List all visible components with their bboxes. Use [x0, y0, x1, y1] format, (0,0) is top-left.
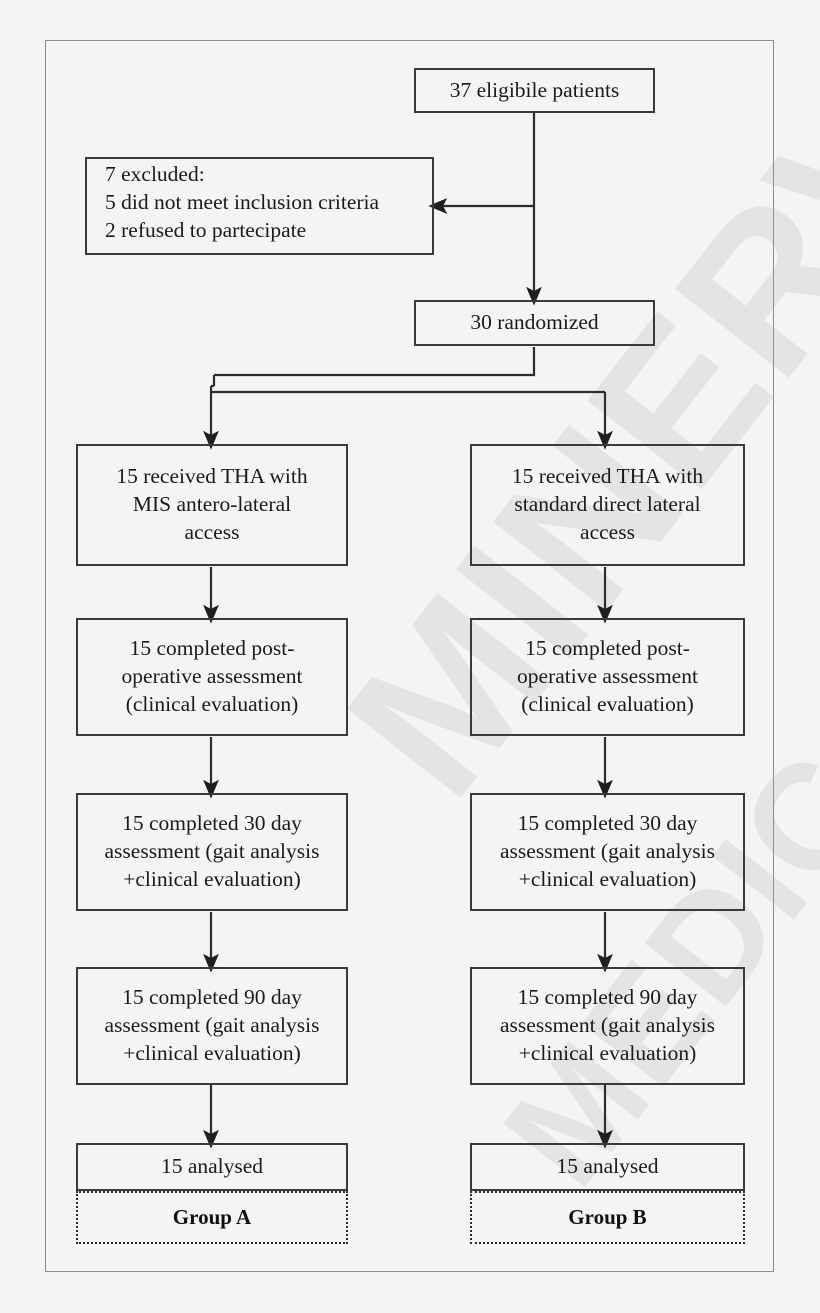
node-excluded-line-2: 5 did not meet inclusion criteria: [105, 189, 380, 214]
node-postop-right-line-2: operative assessment: [517, 664, 698, 689]
node-day90-left-line-2: assessment (gait analysis: [104, 1013, 320, 1038]
node-group-b-label: Group B: [568, 1205, 647, 1229]
node-excluded-line-3: 2 refused to partecipate: [105, 217, 307, 242]
node-day90-right: 15 completed 90 day assessment (gait ana…: [470, 967, 745, 1085]
node-day30-right: 15 completed 30 day assessment (gait ana…: [470, 793, 745, 911]
node-day90-left-line-1: 15 completed 90 day: [122, 985, 302, 1010]
node-arm-left-line-3: access: [184, 519, 240, 544]
node-group-a-label: Group A: [172, 1205, 252, 1229]
node-analysed-right: 15 analysed: [470, 1143, 745, 1191]
node-postop-left-line-2: operative assessment: [121, 664, 303, 689]
node-randomized-line-1: 30 randomized: [470, 310, 599, 335]
node-postop-right-line-1: 15 completed post-: [525, 636, 690, 661]
node-day30-right-line-3: +clinical evaluation): [518, 866, 697, 891]
node-arm-right-line-1: 15 received THA with: [511, 464, 704, 489]
node-group-a: Group A: [76, 1191, 348, 1244]
node-day90-left-line-3: +clinical evaluation): [123, 1040, 301, 1065]
flowchart: 37 eligibile patients 7 excluded: 5 did …: [0, 0, 820, 1313]
node-day90-right-line-1: 15 completed 90 day: [517, 985, 698, 1010]
node-arm-left-line-1: 15 received THA with: [116, 464, 308, 489]
node-excluded-line-1: 7 excluded:: [105, 162, 205, 186]
node-eligible-patients-line-1: 37 eligibile patients: [449, 77, 620, 102]
node-day90-right-line-3: +clinical evaluation): [518, 1040, 697, 1065]
node-day90-right-line-2: assessment (gait analysis: [500, 1013, 715, 1038]
node-eligible-patients: 37 eligibile patients: [414, 68, 655, 113]
node-analysed-left: 15 analysed: [76, 1143, 348, 1191]
node-randomized: 30 randomized: [414, 300, 655, 346]
node-analysed-right-line-1: 15 analysed: [556, 1154, 659, 1179]
node-analysed-left-line-1: 15 analysed: [160, 1154, 264, 1179]
node-day30-left: 15 completed 30 day assessment (gait ana…: [76, 793, 348, 911]
node-day30-right-line-1: 15 completed 30 day: [517, 811, 698, 836]
node-day30-right-line-2: assessment (gait analysis: [500, 839, 715, 864]
node-arm-left-line-2: MIS antero-lateral: [132, 492, 292, 517]
node-postop-left-line-3: (clinical evaluation): [125, 691, 299, 716]
node-day30-left-line-2: assessment (gait analysis: [104, 839, 320, 864]
node-day90-left: 15 completed 90 day assessment (gait ana…: [76, 967, 348, 1085]
node-arm-right: 15 received THA with standard direct lat…: [470, 444, 745, 566]
node-postop-right-line-3: (clinical evaluation): [521, 691, 694, 716]
node-postop-left: 15 completed post- operative assessment …: [76, 618, 348, 736]
node-day30-left-line-1: 15 completed 30 day: [122, 811, 302, 836]
node-arm-right-line-2: standard direct lateral: [514, 492, 701, 517]
node-arm-left: 15 received THA with MIS antero-lateral …: [76, 444, 348, 566]
node-postop-left-line-1: 15 completed post-: [129, 636, 295, 661]
node-postop-right: 15 completed post- operative assessment …: [470, 618, 745, 736]
node-day30-left-line-3: +clinical evaluation): [123, 866, 301, 891]
node-arm-right-line-3: access: [580, 519, 635, 544]
node-group-b: Group B: [470, 1191, 745, 1244]
node-excluded: 7 excluded: 5 did not meet inclusion cri…: [85, 157, 434, 255]
